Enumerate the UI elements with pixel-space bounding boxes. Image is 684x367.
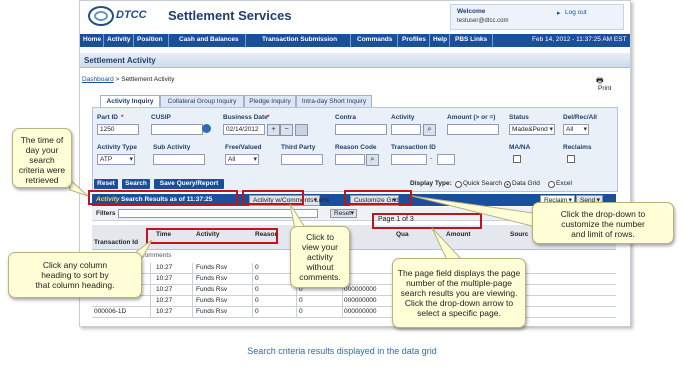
callout-column-heading: Click any column heading to sort by that… (8, 252, 142, 298)
callout-customize: Click the drop-down to customize the num… (532, 202, 674, 244)
pointer-page-field (431, 227, 466, 263)
callout-page-field: The page field displays the page number … (392, 258, 526, 328)
figure-caption: Search criteria results displayed in the… (247, 346, 437, 356)
callout-lens: Click to view your activity without comm… (290, 226, 350, 288)
callout-pointers (67, 176, 541, 263)
callout-time-of-day: The time of day your search criteria wer… (12, 128, 72, 188)
pointer-customize (411, 195, 541, 229)
